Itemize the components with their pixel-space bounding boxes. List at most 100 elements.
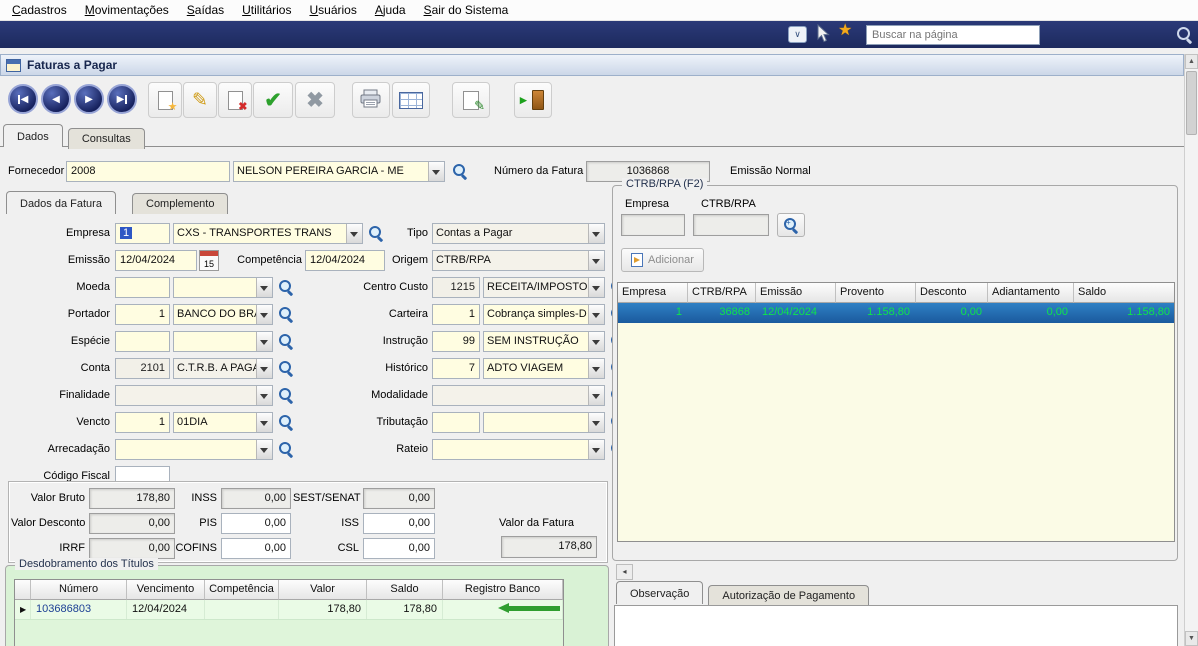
fornecedor-name-combo[interactable]: NELSON PEREIRA GARCIA - ME xyxy=(233,161,445,182)
arrecadacao-lookup-icon[interactable] xyxy=(278,441,295,458)
menu-item-sair-do-sistema[interactable]: Sair do Sistema xyxy=(415,0,518,20)
dropdown-arrow-icon[interactable] xyxy=(256,278,272,297)
column-header[interactable]: Valor xyxy=(279,580,367,600)
column-header[interactable]: Emissão xyxy=(756,283,836,303)
dropdown-arrow-icon[interactable] xyxy=(256,386,272,405)
dropdown-arrow-icon[interactable] xyxy=(588,386,604,405)
menu-item-cadastros[interactable]: Cadastros xyxy=(3,0,76,20)
dropdown-arrow-icon[interactable] xyxy=(256,332,272,351)
column-header[interactable]: Desconto xyxy=(916,283,988,303)
empresa-code-input[interactable]: 1 xyxy=(115,223,170,244)
favorites-star-icon[interactable]: ★ xyxy=(838,23,852,39)
column-header[interactable]: Saldo xyxy=(367,580,443,600)
dropdown-arrow-icon[interactable] xyxy=(588,359,604,378)
dropdown-arrow-icon[interactable] xyxy=(256,413,272,432)
conta-combo[interactable]: C.T.R.B. A PAGAR xyxy=(173,358,273,379)
dropdown-arrow-icon[interactable] xyxy=(256,305,272,324)
column-header[interactable]: Competência xyxy=(205,580,279,600)
especie-code-input[interactable] xyxy=(115,331,170,352)
moeda-lookup-icon[interactable] xyxy=(278,279,295,296)
delete-button[interactable]: ✖ xyxy=(218,82,252,118)
competencia-date-input[interactable]: 12/04/2024 xyxy=(305,250,385,271)
dropdown-arrow-icon[interactable] xyxy=(428,162,444,181)
menu-item-usuarios[interactable]: Usuários xyxy=(300,0,365,20)
dropdown-arrow-icon[interactable] xyxy=(256,359,272,378)
window-titlebar[interactable]: Faturas a Pagar xyxy=(0,54,1184,76)
h-scroll-left-button[interactable]: ◂ xyxy=(616,564,633,580)
iss-field[interactable]: 0,00 xyxy=(363,513,435,534)
menu-item-utilitarios[interactable]: Utilitários xyxy=(233,0,300,20)
nav-next-button[interactable]: ▶ xyxy=(74,84,104,114)
cofins-field[interactable]: 0,00 xyxy=(221,538,291,559)
tab-autorizacao-de-pagamento[interactable]: Autorização de Pagamento xyxy=(708,585,869,606)
csl-field[interactable]: 0,00 xyxy=(363,538,435,559)
arrecadacao-combo[interactable] xyxy=(115,439,273,460)
adicionar-button[interactable]: Adicionar xyxy=(621,248,704,272)
origem-combo[interactable]: CTRB/RPA xyxy=(432,250,605,271)
calendar-button[interactable]: 15 xyxy=(199,250,219,271)
dropdown-arrow-icon[interactable] xyxy=(588,305,604,324)
observacao-textarea[interactable] xyxy=(614,605,1178,646)
moeda-combo[interactable] xyxy=(173,277,273,298)
pointer-icon[interactable] xyxy=(814,24,832,44)
nav-prev-button[interactable]: ◀ xyxy=(41,84,71,114)
tab-dados-da-fatura[interactable]: Dados da Fatura xyxy=(6,191,116,214)
especie-lookup-icon[interactable] xyxy=(278,333,295,350)
vencto-combo[interactable]: 01DIA xyxy=(173,412,273,433)
page-search-input[interactable] xyxy=(866,25,1040,45)
scroll-up-button[interactable]: ▲ xyxy=(1185,54,1198,69)
ctrb-empresa-field[interactable] xyxy=(621,214,685,236)
portador-combo[interactable]: BANCO DO BRASIL xyxy=(173,304,273,325)
conta-lookup-icon[interactable] xyxy=(278,360,295,377)
tab-consultas[interactable]: Consultas xyxy=(68,128,145,149)
finalidade-combo[interactable] xyxy=(115,385,273,406)
ctrb-selected-row[interactable]: 1 36868 12/04/2024 1.158,80 0,00 0,00 1.… xyxy=(618,303,1174,323)
exit-button[interactable]: ▸ xyxy=(514,82,552,118)
fornecedor-code-input[interactable]: 2008 xyxy=(66,161,230,182)
tab-observacao[interactable]: Observação xyxy=(616,581,703,604)
ctrb-rpa-field[interactable] xyxy=(693,214,769,236)
dropdown-arrow-icon[interactable] xyxy=(588,440,604,459)
scroll-thumb[interactable] xyxy=(1186,71,1197,135)
confirm-button[interactable]: ✔ xyxy=(253,82,293,118)
column-header[interactable]: Saldo xyxy=(1074,283,1175,303)
fornecedor-lookup-icon[interactable] xyxy=(452,163,469,180)
expand-button[interactable]: ∨ xyxy=(788,26,807,43)
column-header[interactable]: Registro Banco xyxy=(443,580,563,600)
zoom-button[interactable]: + xyxy=(777,213,805,237)
search-icon[interactable] xyxy=(1176,26,1193,43)
historico-combo[interactable]: ADTO VIAGEM xyxy=(483,358,605,379)
centro-custo-combo[interactable]: RECEITA/IMPOSTOS xyxy=(483,277,605,298)
dropdown-arrow-icon[interactable] xyxy=(588,278,604,297)
tipo-combo[interactable]: Contas a Pagar xyxy=(432,223,605,244)
pis-field[interactable]: 0,00 xyxy=(221,513,291,534)
new-record-button[interactable]: ★ xyxy=(148,82,182,118)
column-header[interactable]: Provento xyxy=(836,283,916,303)
especie-combo[interactable] xyxy=(173,331,273,352)
carteira-code-input[interactable]: 1 xyxy=(432,304,480,325)
grid-view-button[interactable] xyxy=(392,82,430,118)
column-header[interactable]: CTRB/RPA xyxy=(688,283,756,303)
instrucao-code-input[interactable]: 99 xyxy=(432,331,480,352)
rateio-combo[interactable] xyxy=(432,439,605,460)
dropdown-arrow-icon[interactable] xyxy=(256,440,272,459)
dropdown-arrow-icon[interactable] xyxy=(588,332,604,351)
nav-last-button[interactable]: ▶ xyxy=(107,84,137,114)
vencto-code-input[interactable]: 1 xyxy=(115,412,170,433)
carteira-combo[interactable]: Cobrança simples-D xyxy=(483,304,605,325)
column-header[interactable]: Empresa xyxy=(618,283,688,303)
cancel-button[interactable]: ✖ xyxy=(295,82,335,118)
column-header[interactable]: Vencimento xyxy=(127,580,205,600)
conta-code-input[interactable]: 2101 xyxy=(115,358,170,379)
portador-lookup-icon[interactable] xyxy=(278,306,295,323)
print-button[interactable] xyxy=(352,82,390,118)
dropdown-arrow-icon[interactable] xyxy=(588,224,604,243)
historico-code-input[interactable]: 7 xyxy=(432,358,480,379)
edit-form-button[interactable]: ✎ xyxy=(452,82,490,118)
menu-item-saidas[interactable]: Saídas xyxy=(178,0,233,20)
column-header[interactable]: Número xyxy=(31,580,127,600)
menu-item-ajuda[interactable]: Ajuda xyxy=(366,0,415,20)
dropdown-arrow-icon[interactable] xyxy=(588,413,604,432)
vertical-scrollbar[interactable]: ▲ ▼ xyxy=(1184,54,1198,646)
desdobramento-grid[interactable]: Número Vencimento Competência Valor Sald… xyxy=(14,579,564,646)
